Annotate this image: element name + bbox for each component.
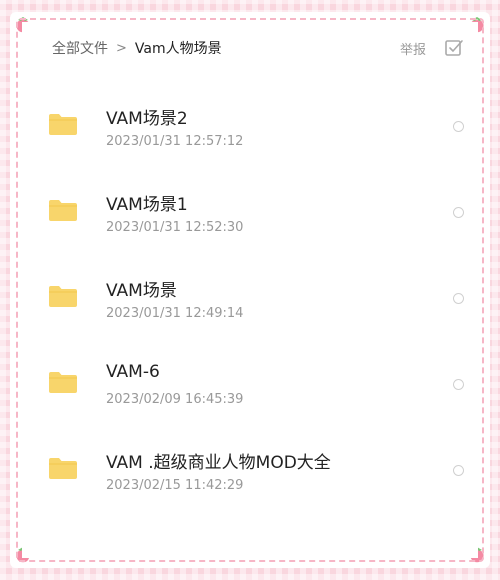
file-timestamp: 2023/01/31 12:57:12	[106, 134, 244, 149]
select-radio[interactable]	[453, 121, 464, 132]
file-name: VAM .超级商业人物MOD大全	[106, 453, 331, 473]
folder-icon	[49, 372, 77, 393]
file-row[interactable]: VAM场景2 2023/01/31 12:57:12	[22, 84, 478, 170]
file-timestamp: 2023/02/09 16:45:39	[106, 392, 244, 407]
file-timestamp: 2023/02/15 11:42:29	[106, 478, 244, 493]
top-bar: 全部文件 > Vam人物场景 举报	[22, 22, 478, 70]
file-row[interactable]: VAM场景 2023/01/31 12:49:14	[22, 256, 478, 342]
select-radio[interactable]	[453, 379, 464, 390]
breadcrumb: 全部文件 > Vam人物场景	[52, 38, 222, 58]
file-list: VAM场景2 2023/01/31 12:57:12 VAM场景1 2023/01/3…	[22, 84, 478, 514]
file-timestamp: 2023/01/31 12:52:30	[106, 220, 244, 235]
folder-icon	[49, 458, 77, 479]
folder-icon	[49, 200, 77, 221]
file-row[interactable]: VAM .超级商业人物MOD大全 2023/02/15 11:42:29	[22, 428, 478, 514]
report-button[interactable]: 举报	[400, 39, 426, 58]
file-browser-card: 全部文件 > Vam人物场景 举报 VAM场景2 2023/01/31 12:57…	[22, 22, 478, 558]
file-name: VAM场景	[106, 281, 177, 301]
file-row[interactable]: VAM-6 2023/02/09 16:45:39	[22, 342, 478, 428]
select-radio[interactable]	[453, 293, 464, 304]
file-timestamp: 2023/01/31 12:49:14	[106, 306, 244, 321]
folder-icon	[49, 114, 77, 135]
breadcrumb-separator: >	[116, 40, 127, 56]
file-name: VAM-6	[106, 362, 160, 382]
file-name: VAM场景2	[106, 109, 188, 129]
file-name: VAM场景1	[106, 195, 188, 215]
breadcrumb-root-link[interactable]: 全部文件	[52, 38, 108, 58]
checkbox-icon[interactable]	[444, 38, 464, 58]
folder-icon	[49, 286, 77, 307]
select-radio[interactable]	[453, 465, 464, 476]
breadcrumb-current: Vam人物场景	[134, 41, 222, 57]
file-row[interactable]: VAM场景1 2023/01/31 12:52:30	[22, 170, 478, 256]
select-radio[interactable]	[453, 207, 464, 218]
